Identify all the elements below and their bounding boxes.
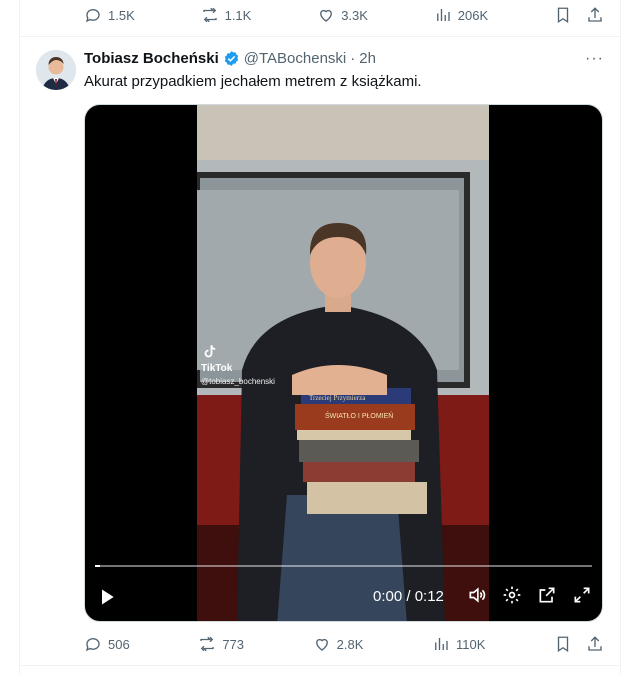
reply-icon bbox=[85, 638, 100, 652]
play-icon[interactable] bbox=[97, 587, 117, 607]
reply-button[interactable]: 1.5K bbox=[84, 6, 135, 24]
separator-dot: · bbox=[350, 50, 356, 67]
like-count: 2.8K bbox=[336, 636, 364, 652]
tiktok-watermark: TikTok bbox=[201, 343, 232, 374]
repost-icon bbox=[200, 636, 214, 652]
like-count: 3.3K bbox=[341, 7, 368, 23]
tiktok-label: TikTok bbox=[201, 363, 233, 374]
book-title-1: Trzeciej Przymierza bbox=[309, 394, 366, 402]
repost-count: 1.1K bbox=[224, 7, 252, 23]
views-button[interactable]: 110K bbox=[432, 635, 485, 653]
share-button[interactable] bbox=[586, 6, 604, 24]
repost-count: 773 bbox=[222, 636, 245, 652]
pop-out-icon[interactable] bbox=[537, 585, 557, 605]
video-player[interactable]: Trzeciej Przymierza ŚWIATŁO I PŁOMIEŃ Ti… bbox=[84, 104, 603, 622]
video-time: 0:00 / 0:12 bbox=[373, 588, 444, 605]
timeline-column: 1.5K 1.1K 3.3K 206K Tobiasz Bocheński @T… bbox=[19, 0, 621, 675]
tweet-header: Tobiasz Bocheński @TABochenski · 2h bbox=[84, 50, 376, 67]
avatar[interactable] bbox=[36, 50, 76, 90]
fullscreen-icon[interactable] bbox=[572, 585, 592, 605]
repost-icon bbox=[202, 7, 217, 23]
tweet-actions: 506 773 2.8K 110K bbox=[84, 629, 604, 659]
bookmark-icon bbox=[557, 636, 569, 653]
reply-icon bbox=[85, 9, 100, 23]
tiktok-logo-icon bbox=[204, 345, 216, 358]
volume-icon[interactable] bbox=[467, 585, 487, 605]
like-button[interactable]: 3.3K bbox=[317, 6, 368, 24]
profile-photo bbox=[36, 50, 76, 90]
repost-button[interactable]: 773 bbox=[198, 635, 244, 653]
previous-tweet-actions: 1.5K 1.1K 3.3K 206K bbox=[84, 0, 604, 30]
video-still: Trzeciej Przymierza ŚWIATŁO I PŁOMIEŃ bbox=[197, 105, 489, 621]
author-handle[interactable]: @TABochenski bbox=[244, 50, 347, 67]
views-icon bbox=[435, 638, 448, 650]
reply-button[interactable]: 506 bbox=[84, 635, 130, 653]
views-count: 206K bbox=[457, 7, 489, 23]
reply-count: 506 bbox=[108, 636, 130, 652]
settings-gear-icon[interactable] bbox=[502, 585, 522, 605]
progress-fill bbox=[95, 565, 100, 567]
bookmark-icon bbox=[557, 7, 569, 24]
heart-icon bbox=[320, 9, 333, 22]
reply-count: 1.5K bbox=[108, 7, 135, 23]
more-options-icon[interactable]: ··· bbox=[585, 50, 604, 68]
tiktok-username: @tobiasz_bochenski bbox=[201, 377, 275, 386]
repost-button[interactable]: 1.1K bbox=[201, 6, 252, 24]
views-button[interactable]: 206K bbox=[434, 6, 488, 24]
share-icon bbox=[588, 636, 602, 651]
tweet-divider bbox=[20, 36, 620, 37]
verified-badge-icon bbox=[224, 51, 238, 66]
views-icon bbox=[436, 9, 450, 21]
share-icon bbox=[588, 7, 602, 22]
bookmark-button[interactable] bbox=[554, 6, 572, 24]
author-name[interactable]: Tobiasz Bocheński bbox=[84, 50, 219, 67]
views-count: 110K bbox=[455, 636, 486, 652]
tweet-text: Akurat przypadkiem jechałem metrem z ksi… bbox=[84, 73, 422, 90]
progress-bar[interactable] bbox=[95, 565, 592, 567]
bookmark-button[interactable] bbox=[554, 635, 572, 653]
book-title-2: ŚWIATŁO I PŁOMIEŃ bbox=[325, 411, 393, 420]
tweet-time[interactable]: 2h bbox=[359, 50, 376, 67]
tweet-divider bbox=[20, 665, 620, 666]
share-button[interactable] bbox=[586, 635, 604, 653]
heart-icon bbox=[315, 638, 328, 651]
video-frame: Trzeciej Przymierza ŚWIATŁO I PŁOMIEŃ Ti… bbox=[197, 105, 489, 621]
video-controls: 0:00 / 0:12 bbox=[85, 561, 602, 621]
like-button[interactable]: 2.8K bbox=[313, 635, 364, 653]
